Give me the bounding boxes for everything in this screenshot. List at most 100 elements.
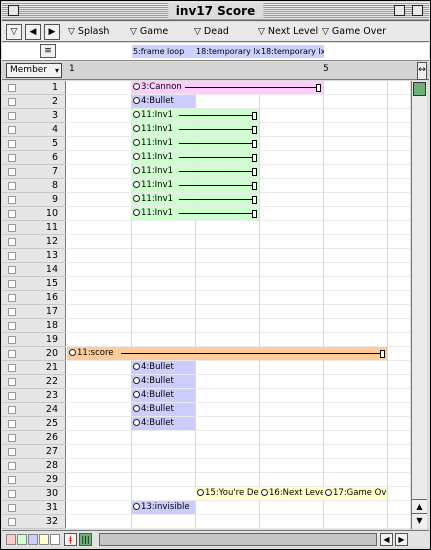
- channel-toggle[interactable]: [8, 504, 16, 512]
- channel-row[interactable]: 21: [2, 361, 66, 375]
- channel-toggle[interactable]: [8, 322, 16, 330]
- channel-toggle[interactable]: [8, 294, 16, 302]
- sprite-end-frame-icon[interactable]: [252, 168, 257, 176]
- sprite-end-frame-icon[interactable]: [252, 112, 257, 120]
- sprite-end-frame-icon[interactable]: [252, 182, 257, 190]
- channel-row[interactable]: 18: [2, 319, 66, 333]
- color-swatch-green[interactable]: [17, 534, 27, 545]
- channel-toggle[interactable]: [8, 420, 16, 428]
- channel-toggle[interactable]: [8, 238, 16, 246]
- sprite-end-frame-icon[interactable]: [252, 140, 257, 148]
- channel-toggle[interactable]: [8, 140, 16, 148]
- channel-row[interactable]: 7: [2, 165, 66, 179]
- vertical-scroll-thumb[interactable]: [413, 82, 426, 96]
- prev-marker-icon[interactable]: ◀: [25, 24, 41, 40]
- channel-row[interactable]: 27: [2, 445, 66, 459]
- channel-toggle[interactable]: [8, 112, 16, 120]
- sprite-start-keyframe-icon[interactable]: [133, 377, 140, 384]
- marker-dead[interactable]: ▽ Dead: [194, 25, 229, 39]
- channel-toggle-icon[interactable]: ≡: [40, 44, 56, 58]
- marker-pin-icon[interactable]: ǂ: [64, 533, 77, 546]
- channel-toggle[interactable]: [8, 350, 16, 358]
- channel-row[interactable]: 2: [2, 95, 66, 109]
- channel-toggle[interactable]: [8, 84, 16, 92]
- channel-row[interactable]: 32: [2, 515, 66, 529]
- sprite-end-frame-icon[interactable]: [252, 210, 257, 218]
- channel-row[interactable]: 14: [2, 263, 66, 277]
- channel-toggle[interactable]: [8, 490, 16, 498]
- marker-splash[interactable]: ▽ Splash: [68, 25, 109, 39]
- scroll-left-icon[interactable]: ◀: [380, 533, 393, 546]
- channel-row[interactable]: 13: [2, 249, 66, 263]
- sprite-start-keyframe-icon[interactable]: [133, 363, 140, 370]
- behavior-sprite[interactable]: 5:frame loop: [132, 45, 195, 58]
- title-bar[interactable]: inv17 Score: [2, 2, 429, 21]
- vertical-scrollbar[interactable]: ▲ ▼: [411, 81, 427, 529]
- channel-row[interactable]: 17: [2, 305, 66, 319]
- channel-row[interactable]: 11: [2, 221, 66, 235]
- channel-toggle[interactable]: [8, 434, 16, 442]
- channel-row[interactable]: 15: [2, 277, 66, 291]
- channel-row[interactable]: 24: [2, 403, 66, 417]
- sprite-end-frame-icon[interactable]: [252, 154, 257, 162]
- channel-row[interactable]: 5: [2, 137, 66, 151]
- sprite-span[interactable]: 4:Bullet: [131, 403, 195, 416]
- channel-row[interactable]: 20: [2, 347, 66, 361]
- sprite-span[interactable]: 17:Game Over: [323, 487, 387, 500]
- channel-toggle[interactable]: [8, 448, 16, 456]
- color-swatch-pink[interactable]: [6, 534, 16, 545]
- sprite-end-frame-icon[interactable]: [252, 196, 257, 204]
- sprite-start-keyframe-icon[interactable]: [197, 489, 204, 496]
- sprite-span[interactable]: 11:Inv1: [131, 151, 259, 164]
- marker-menu-icon[interactable]: ▽: [6, 24, 22, 40]
- sprite-span[interactable]: 11:Inv1: [131, 179, 259, 192]
- playhead-icon[interactable]: ↔: [417, 62, 427, 80]
- channel-row[interactable]: 6: [2, 151, 66, 165]
- horizontal-scrollbar[interactable]: [99, 533, 377, 546]
- sprite-span[interactable]: 11:Inv1: [131, 137, 259, 150]
- channel-toggle[interactable]: [8, 336, 16, 344]
- sprite-start-keyframe-icon[interactable]: [133, 391, 140, 398]
- channel-toggle[interactable]: [8, 210, 16, 218]
- scroll-right-icon[interactable]: ▶: [395, 533, 408, 546]
- sprite-end-frame-icon[interactable]: [316, 84, 321, 92]
- channel-toggle[interactable]: [8, 252, 16, 260]
- sprite-start-keyframe-icon[interactable]: [133, 419, 140, 426]
- channel-toggle[interactable]: [8, 518, 16, 526]
- sprite-start-keyframe-icon[interactable]: [133, 503, 140, 510]
- sprite-span[interactable]: 11:score: [67, 347, 387, 360]
- sprite-span[interactable]: 11:Inv1: [131, 165, 259, 178]
- channel-toggle[interactable]: [8, 378, 16, 386]
- channel-row[interactable]: 19: [2, 333, 66, 347]
- sprite-span[interactable]: 4:Bullet: [131, 417, 195, 430]
- channel-toggle[interactable]: [8, 406, 16, 414]
- color-swatch-blue[interactable]: [28, 534, 38, 545]
- channel-row[interactable]: 22: [2, 375, 66, 389]
- sprite-start-keyframe-icon[interactable]: [133, 83, 140, 90]
- color-swatch-white[interactable]: [50, 534, 60, 545]
- sprite-start-keyframe-icon[interactable]: [133, 111, 140, 118]
- channel-row[interactable]: 1: [2, 81, 66, 95]
- channel-row[interactable]: 30: [2, 487, 66, 501]
- zoom-box-icon[interactable]: [394, 5, 405, 16]
- sprite-start-keyframe-icon[interactable]: [133, 125, 140, 132]
- channel-row[interactable]: 16: [2, 291, 66, 305]
- sprite-span[interactable]: 16:Next Level: [259, 487, 323, 500]
- channel-toggle[interactable]: [8, 182, 16, 190]
- collapse-box-icon[interactable]: [412, 5, 423, 16]
- sprite-start-keyframe-icon[interactable]: [133, 97, 140, 104]
- sprite-span[interactable]: 11:Inv1: [131, 207, 259, 220]
- sprite-start-keyframe-icon[interactable]: [133, 405, 140, 412]
- marker-game[interactable]: ▽ Game: [130, 25, 168, 39]
- channel-row[interactable]: 10: [2, 207, 66, 221]
- sprite-span[interactable]: 4:Bullet: [131, 389, 195, 402]
- sprite-span[interactable]: 4:Bullet: [131, 375, 195, 388]
- channel-toggle[interactable]: [8, 476, 16, 484]
- sprite-start-keyframe-icon[interactable]: [325, 489, 332, 496]
- channel-toggle[interactable]: [8, 462, 16, 470]
- sprite-start-keyframe-icon[interactable]: [133, 153, 140, 160]
- channel-toggle[interactable]: [8, 308, 16, 316]
- channel-row[interactable]: 31: [2, 501, 66, 515]
- sprite-span[interactable]: 13:invisible: [131, 501, 195, 514]
- channel-row[interactable]: 9: [2, 193, 66, 207]
